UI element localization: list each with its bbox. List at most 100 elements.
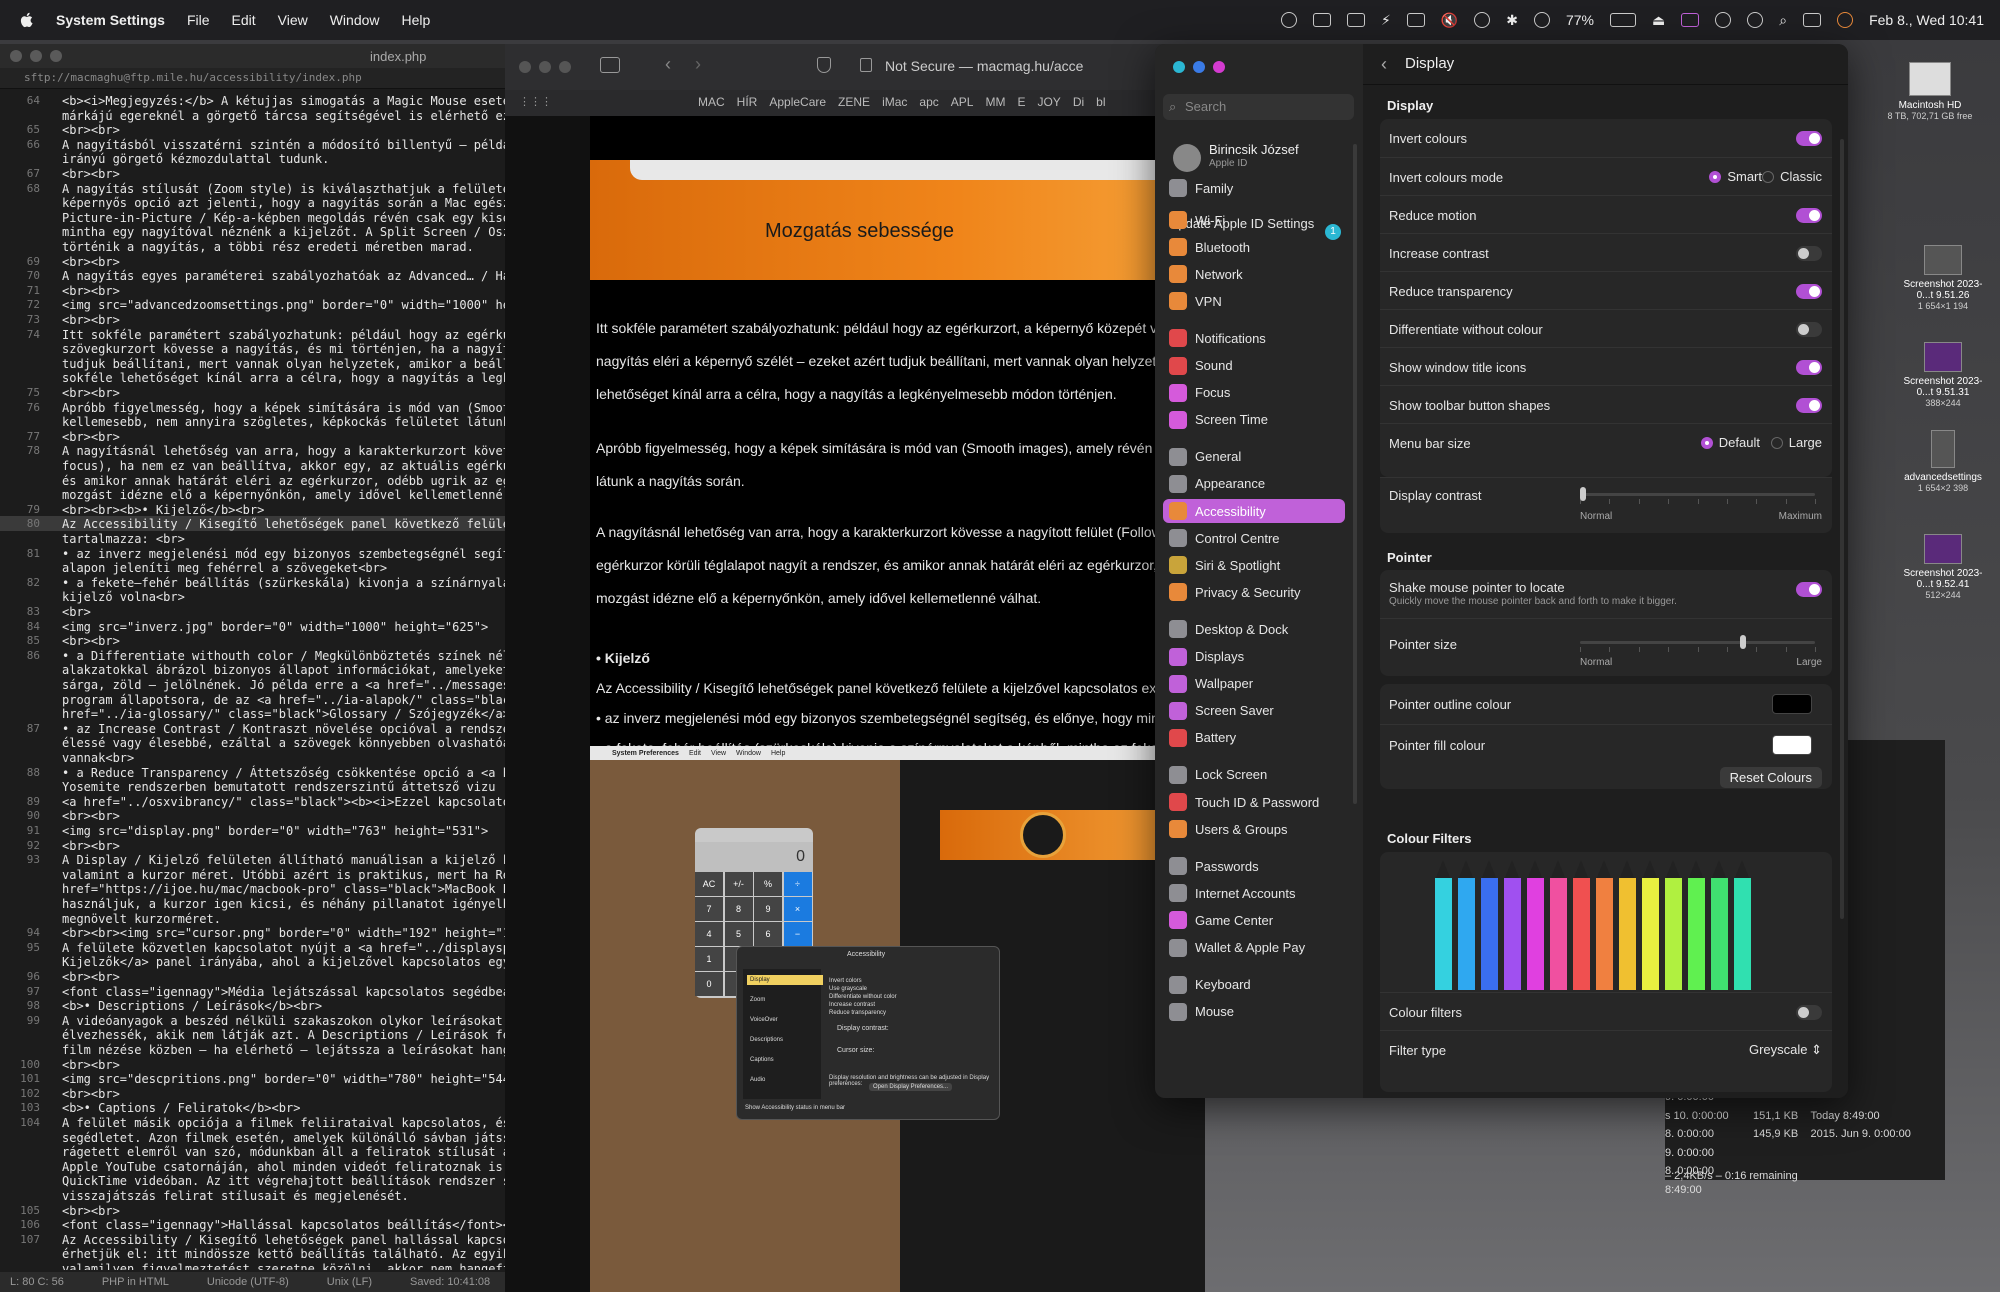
sidebar-item-touch-id-password[interactable]: Touch ID & Password <box>1163 790 1345 814</box>
code-line[interactable]: <br><br> <box>62 430 120 444</box>
display-icon[interactable] <box>1346 13 1365 27</box>
code-line[interactable]: tudjuk beállítani, mert vannak olyan hel… <box>62 357 505 371</box>
code-line[interactable]: <br><br> <box>62 284 120 298</box>
fill-colour-well[interactable] <box>1772 735 1812 755</box>
code-line[interactable]: <b>• Captions / Feliratok</b><br> <box>62 1101 300 1115</box>
code-line[interactable]: sokféle lehetőséget kínál arra a célra, … <box>62 371 505 385</box>
menu-view[interactable]: View <box>278 12 308 28</box>
code-line[interactable]: A felület másik opciója a filmek feliira… <box>62 1116 505 1130</box>
istat-icon[interactable] <box>1681 13 1700 27</box>
code-line[interactable]: vannak<br> <box>62 751 134 765</box>
sidebar-item-screen-time[interactable]: Screen Time <box>1163 408 1345 432</box>
sidebar-item-focus[interactable]: Focus <box>1163 381 1345 405</box>
sidebar-item-bluetooth[interactable]: Bluetooth <box>1163 235 1345 259</box>
zoom-button[interactable] <box>1213 61 1225 73</box>
code-line[interactable]: program állapotsora, de az <a href="../i… <box>62 693 505 707</box>
code-line[interactable]: • az Increase Contrast / Kontraszt növel… <box>62 722 505 736</box>
battery-icon[interactable] <box>1609 13 1636 27</box>
code-line[interactable]: szövegkurzort kövesse a nagyítás, és mi … <box>62 342 505 356</box>
eject-icon[interactable]: ⏏ <box>1652 12 1665 29</box>
code-line[interactable]: visszajátszás felirat stílusait és megje… <box>62 1189 409 1203</box>
favorite-item[interactable]: E <box>1017 95 1025 109</box>
display-contrast-slider[interactable] <box>1580 487 1816 504</box>
code-line[interactable]: href="../ia-glossary/" class="black">Glo… <box>62 707 505 721</box>
window-controls[interactable] <box>10 50 62 62</box>
code-line[interactable]: valamint a kurzor méret. Utóbbi azért is… <box>62 868 505 882</box>
code-line[interactable]: <a href="../osxvibrancy/" class="black">… <box>62 795 505 809</box>
menu-window[interactable]: Window <box>330 12 380 28</box>
favorite-item[interactable]: AppleCare <box>769 95 826 109</box>
sidebar-icon[interactable] <box>600 57 620 73</box>
code-line[interactable]: Kijelzők</a> panel irányába, ahol a kije… <box>62 955 505 969</box>
code-line[interactable]: <br><br><b>• Kijelző</b><br> <box>62 503 264 517</box>
editor-titlebar[interactable]: index.php <box>0 44 505 68</box>
window-title-icons-toggle[interactable] <box>1796 360 1822 375</box>
desktop-icon-screenshot-1[interactable]: Screenshot 2023-0...t 9.51.26 1 654×1 19… <box>1898 245 1988 311</box>
sidebar-item-game-center[interactable]: Game Center <box>1163 908 1345 932</box>
toolbar-shapes-toggle[interactable] <box>1796 398 1822 413</box>
desktop-icon-screenshot-2[interactable]: Screenshot 2023-0...t 9.51.31 388×244 <box>1898 342 1988 408</box>
desktop-icon-macintosh-hd[interactable]: Macintosh HD 8 TB, 702,71 GB free <box>1885 62 1975 121</box>
favorite-item[interactable]: MAC <box>698 95 725 109</box>
sidebar-item-privacy-security[interactable]: Privacy & Security <box>1163 580 1345 604</box>
code-line[interactable]: <br><br> <box>62 255 120 269</box>
code-line[interactable]: kellemesebb, nem annyira szögletes, képk… <box>62 415 505 429</box>
code-line[interactable]: <br><br> <box>62 839 120 853</box>
code-line[interactable]: href="https://ijoe.hu/mac/macbook-pro" c… <box>62 882 505 896</box>
code-line[interactable]: mintha egy nagyítóval néznénk a kijelzőt… <box>62 225 505 239</box>
page-content[interactable]: Mozgatás sebessége Itt sokféle paraméter… <box>590 116 1205 1292</box>
sidebar-item-mouse[interactable]: Mouse <box>1163 1000 1345 1024</box>
code-line[interactable]: <br><br> <box>62 386 120 400</box>
code-line[interactable]: és amikor annak határát eléri az egérkur… <box>62 474 505 488</box>
code-line[interactable]: focus), ha nem ez van beállítva, akkor e… <box>62 459 505 473</box>
sidebar-item-appearance[interactable]: Appearance <box>1163 472 1345 496</box>
sidebar-item-screen-saver[interactable]: Screen Saver <box>1163 699 1345 723</box>
outline-colour-well[interactable] <box>1772 694 1812 714</box>
favorite-item[interactable]: ZENE <box>838 95 870 109</box>
code-line[interactable]: tartalmazza: <br> <box>62 532 185 546</box>
code-line[interactable]: • a fekete–fehér beállítás (szürkeskála)… <box>62 576 505 590</box>
differentiate-toggle[interactable] <box>1796 322 1822 337</box>
code-line[interactable]: <br><br> <box>62 167 120 181</box>
sidebar-item-wi-fi[interactable]: Wi-Fi <box>1163 208 1345 232</box>
bolt-icon[interactable]: ⚡ <box>1381 12 1391 29</box>
code-line[interactable]: <br><br> <box>62 1204 120 1218</box>
sidebar-item-displays[interactable]: Displays <box>1163 645 1345 669</box>
reduce-transparency-toggle[interactable] <box>1796 284 1822 299</box>
favorite-item[interactable]: Di <box>1073 95 1084 109</box>
code-line[interactable]: történik a nagyítás, a többi rész eredet… <box>62 240 474 254</box>
shake-pointer-toggle[interactable] <box>1796 582 1822 597</box>
code-line[interactable]: QuickTime videóban. Az itt végrehajtott … <box>62 1174 505 1188</box>
menu-file[interactable]: File <box>187 12 210 28</box>
increase-contrast-toggle[interactable] <box>1796 246 1822 261</box>
code-line[interactable]: Yosemite rendszerben bemutatott rendszer… <box>62 780 495 794</box>
code-line[interactable]: Az Accessibility / Kisegítő lehetőségek … <box>62 517 505 531</box>
code-line[interactable]: élessé vagy élesebbé, ezáltal a szövegek… <box>62 736 505 750</box>
clock[interactable]: Feb 8., Wed 10:41 <box>1869 12 1984 28</box>
code-line[interactable]: <br><br> <box>62 1087 120 1101</box>
window-icon[interactable] <box>1406 13 1425 27</box>
code-line[interactable]: kijelző volna<br> <box>62 590 185 604</box>
code-line[interactable]: A nagyítás egyes paraméterei szabályozha… <box>62 269 505 283</box>
large-radio[interactable]: Large <box>1770 435 1822 450</box>
code-line[interactable]: érhetjük el: itt mindössze kettő beállít… <box>62 1247 505 1261</box>
menu-help[interactable]: Help <box>402 12 431 28</box>
code-line[interactable]: A felülete közvetlen kapcsolatot nyújt a… <box>62 941 505 955</box>
user-icon[interactable] <box>1715 12 1732 28</box>
code-line[interactable]: <br><br> <box>62 313 120 327</box>
code-line[interactable]: film nézése közben – ha elérhető – leját… <box>62 1043 505 1057</box>
code-line[interactable]: <br><br> <box>62 809 120 823</box>
back-icon[interactable]: ‹ <box>665 54 671 75</box>
editor-path[interactable]: sftp://macmaghu@ftp.mile.hu/accessibilit… <box>0 68 505 89</box>
sidebar-item-keyboard[interactable]: Keyboard <box>1163 973 1345 997</box>
app-menu[interactable]: System Settings <box>56 12 165 28</box>
back-icon[interactable]: ‹ <box>1381 54 1387 75</box>
siri-icon[interactable] <box>1837 12 1854 28</box>
code-area[interactable]: 64 <b><i>Megjegyzés:</b> A kétujjas simog… <box>0 91 505 1270</box>
code-line[interactable]: <br><br> <box>62 634 120 648</box>
code-line[interactable]: Apróbb figyelmesség, hogy a képek simítá… <box>62 401 505 415</box>
code-line[interactable]: irányú görgető kézmozdulattal tudunk. <box>62 152 329 166</box>
desktop-icon-advancedsettings[interactable]: advancedsettings 1 654×2 398 <box>1898 430 1988 493</box>
code-line[interactable]: • a Reduce Transparency / Áttetszőség cs… <box>62 766 505 780</box>
sidebar-item-wallet-apple-pay[interactable]: Wallet & Apple Pay <box>1163 936 1345 960</box>
